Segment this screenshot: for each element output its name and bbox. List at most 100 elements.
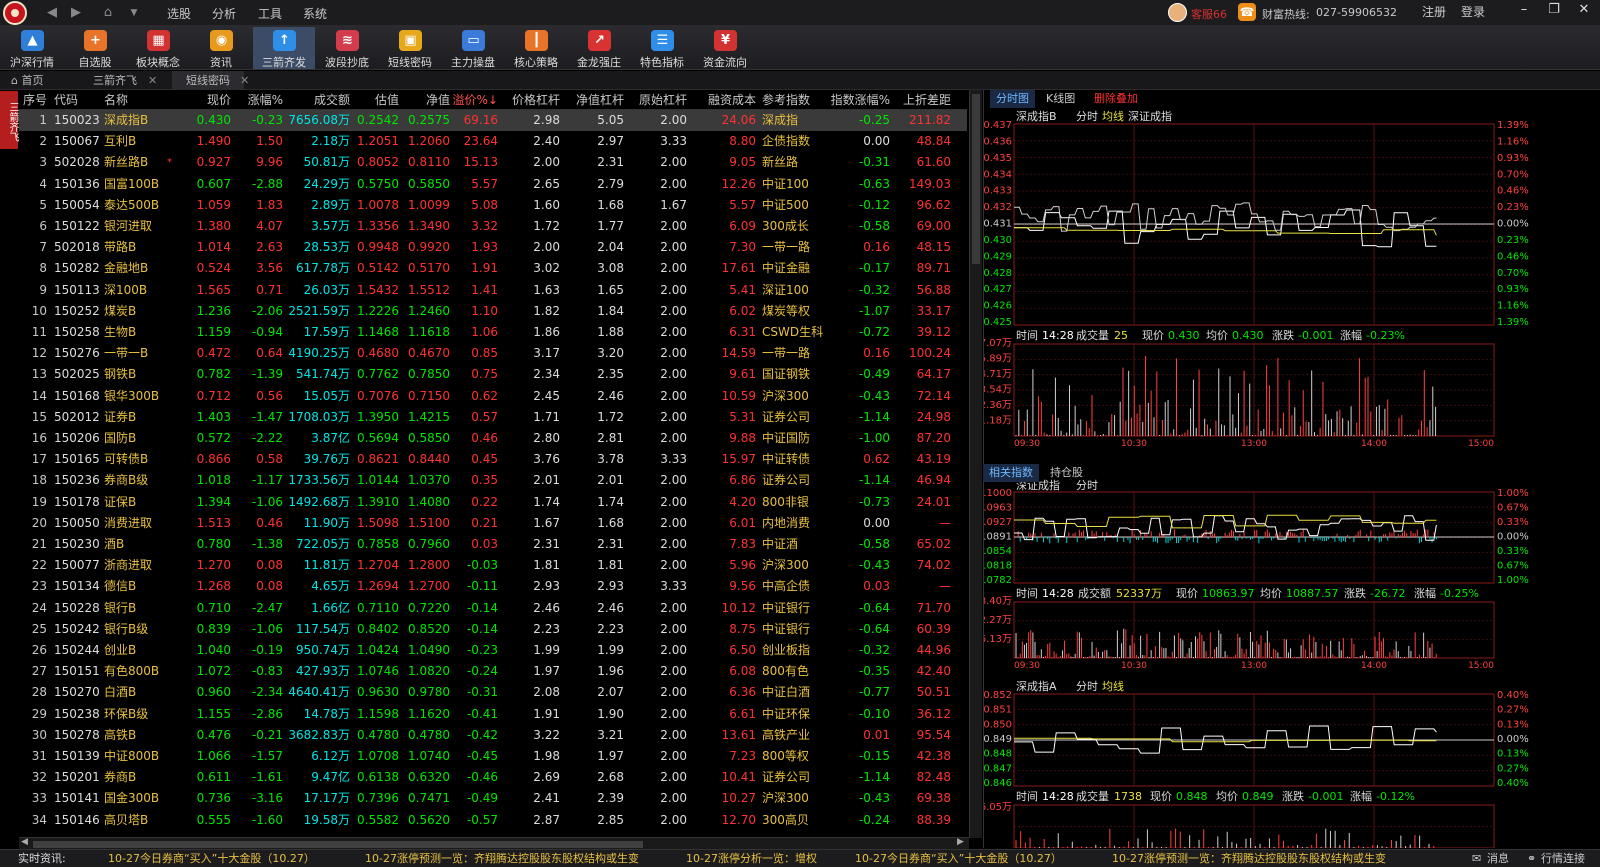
tab-duanxian[interactable]: 短线密码 bbox=[172, 71, 244, 90]
column-header[interactable]: 净值杠杆 bbox=[576, 90, 624, 110]
column-header[interactable]: 参考指数 bbox=[762, 90, 810, 110]
news-item[interactable]: 10-27今日券商“买入”十大金股（10.27） bbox=[855, 850, 1062, 867]
table-row[interactable]: 7 502018 带路B 1.014 2.63 28.53万 0.9948 0.9920 1.9… bbox=[19, 237, 967, 258]
chevron-down-icon[interactable]: ▼ bbox=[124, 3, 144, 23]
login-button[interactable]: 登录 bbox=[1461, 3, 1485, 20]
toolbar-item-5[interactable]: ≋ 波段抄底 bbox=[316, 27, 378, 69]
toolbar-item-0[interactable]: ▲ 沪深行情 bbox=[1, 27, 63, 69]
table-row[interactable]: 3 502028 新丝路B 0.927 9.96 50.81万 0.8052 0.8110 15… bbox=[19, 152, 967, 173]
table-row[interactable]: 14 150168 银华300B 0.712 0.56 15.05万 0.7076 0.715… bbox=[19, 386, 967, 407]
message-icon[interactable]: ✉ bbox=[1472, 850, 1481, 867]
table-row[interactable]: 24 150228 银行B 0.710 -2.47 1.66亿 0.7110 0.7220 -0… bbox=[19, 598, 967, 619]
menu-select-stock[interactable]: 选股 bbox=[167, 5, 191, 22]
news-item[interactable]: 10-27今日券商“买入”十大金股（10.27） bbox=[108, 850, 315, 867]
toolbar-item-9[interactable]: ↗ 金龙强庄 bbox=[568, 27, 630, 69]
column-header[interactable]: 原始杠杆 bbox=[639, 90, 687, 110]
table-row[interactable]: 17 150165 可转债B 0.866 0.58 39.76万 0.8621 0.8440 0… bbox=[19, 449, 967, 470]
column-header[interactable]: 序号 bbox=[23, 90, 47, 110]
toolbar-item-7[interactable]: ▭ 主力操盘 bbox=[442, 27, 504, 69]
table-row[interactable]: 12 150276 一带一B 0.472 0.64 4190.25万 0.4680 0.467… bbox=[19, 343, 967, 364]
close-icon[interactable]: ✕ bbox=[1574, 2, 1594, 17]
news-item[interactable]: 10-27涨停预测一览：齐翔腾达控股股东股权结构或生变 bbox=[365, 850, 639, 867]
toolbar-item-2[interactable]: ▦ 板块概念 bbox=[127, 27, 189, 69]
table-row[interactable]: 29 150238 环保B级 1.155 -2.86 14.78万 1.1598 1.1620… bbox=[19, 704, 967, 725]
column-header[interactable]: 融资成本 bbox=[708, 90, 756, 110]
table-row[interactable]: 34 150146 高贝塔B 0.555 -1.60 19.58万 0.5582 0.5620… bbox=[19, 810, 967, 831]
tab-holdings[interactable]: 持仓股 bbox=[1044, 464, 1089, 482]
news-item[interactable]: 10-27涨停分析一览：增权 bbox=[686, 850, 817, 867]
column-header[interactable]: 成交额 bbox=[314, 90, 350, 110]
scroll-thumb[interactable] bbox=[33, 841, 643, 848]
menu-tools[interactable]: 工具 bbox=[258, 5, 282, 22]
tab-sanjian[interactable]: 三箭齐飞 bbox=[93, 71, 137, 90]
column-header[interactable]: 溢价%↓ bbox=[453, 90, 498, 110]
table-row[interactable]: 1 150023 深成指B 0.430 -0.23 7656.08万 0.2542 0.257… bbox=[19, 110, 967, 131]
forward-arrow-icon[interactable]: ▶ bbox=[66, 3, 86, 23]
remove-overlay-button[interactable]: 删除叠加 bbox=[1088, 90, 1144, 108]
table-row[interactable]: 8 150282 金融地B 0.524 3.56 617.78万 0.5142 0.5170 1… bbox=[19, 258, 967, 279]
table-row[interactable]: 16 150206 国防B 0.572 -2.22 3.87亿 0.5694 0.5850 0.… bbox=[19, 428, 967, 449]
column-header[interactable]: 代码 bbox=[54, 90, 78, 110]
table-row[interactable]: 25 150242 银行B级 0.839 -1.06 117.54万 0.8402 0.852… bbox=[19, 619, 967, 640]
menu-system[interactable]: 系统 bbox=[303, 5, 327, 22]
toolbar-item-11[interactable]: ¥ 资金流向 bbox=[694, 27, 756, 69]
close-icon[interactable]: ✕ bbox=[240, 71, 249, 90]
user-name[interactable]: 客服66 bbox=[1191, 6, 1227, 22]
menu-analysis[interactable]: 分析 bbox=[212, 5, 236, 22]
column-header[interactable]: 名称 bbox=[104, 90, 128, 110]
avatar[interactable] bbox=[1168, 3, 1187, 22]
column-header[interactable]: 净值 bbox=[426, 90, 450, 110]
quote-connection-button[interactable]: 行情连接 bbox=[1541, 850, 1585, 867]
toolbar-item-4[interactable]: ↑ 三箭齐发 bbox=[253, 27, 315, 69]
tab-timeshare[interactable]: 分时图 bbox=[990, 90, 1035, 108]
register-button[interactable]: 注册 bbox=[1422, 3, 1446, 20]
tab-related-index[interactable]: 相关指数 bbox=[983, 464, 1039, 482]
toolbar-item-8[interactable]: ┃ 核心策略 bbox=[505, 27, 567, 69]
table-row[interactable]: 15 502012 证券B 1.403 -1.47 1708.03万 1.3950 1.421… bbox=[19, 407, 967, 428]
toolbar-item-3[interactable]: ◉ 资讯 bbox=[190, 27, 252, 69]
toolbar-item-6[interactable]: ▣ 短线密码 bbox=[379, 27, 441, 69]
restore-icon[interactable]: ❐ bbox=[1544, 2, 1564, 17]
table-row[interactable]: 20 150050 消费进取 1.513 0.46 11.90万 1.5098 1.5100 0… bbox=[19, 513, 967, 534]
column-header[interactable]: 上折差距 bbox=[903, 90, 951, 110]
tab-home[interactable]: ⌂ 首页 bbox=[11, 71, 43, 90]
scroll-left-icon[interactable]: ◀ bbox=[21, 837, 28, 847]
table-row[interactable]: 26 150244 创业B 1.040 -0.19 950.74万 1.0424 1.0490… bbox=[19, 640, 967, 661]
table-row[interactable]: 23 150134 德信B 1.268 0.08 4.65万 1.2694 1.2700 -0.… bbox=[19, 576, 967, 597]
scroll-thumb[interactable] bbox=[972, 94, 980, 264]
table-row[interactable]: 19 150178 证保B 1.394 -1.06 1492.68万 1.3910 1.408… bbox=[19, 492, 967, 513]
table-row[interactable]: 28 150270 白酒B 0.960 -2.34 4640.41万 0.9630 0.978… bbox=[19, 682, 967, 703]
back-arrow-icon[interactable]: ◀ bbox=[42, 3, 62, 23]
table-row[interactable]: 11 150258 生物B 1.159 -0.94 17.59万 1.1468 1.1618 1… bbox=[19, 322, 967, 343]
table-row[interactable]: 22 150077 浙商进取 1.270 0.08 11.81万 1.2704 1.2800 -… bbox=[19, 555, 967, 576]
table-row[interactable]: 10 150252 煤炭B 1.236 -2.06 2521.59万 1.2226 1.246… bbox=[19, 301, 967, 322]
table-row[interactable]: 30 150278 高铁B 0.476 -0.21 3682.83万 0.4780 0.478… bbox=[19, 725, 967, 746]
scroll-right-icon[interactable]: ▶ bbox=[957, 837, 964, 847]
table-row[interactable]: 2 150067 互利B 1.490 1.50 2.18万 1.2051 1.2060 23.6… bbox=[19, 131, 967, 152]
table-row[interactable]: 32 150201 券商B 0.611 -1.61 9.47亿 0.6138 0.6320 -0… bbox=[19, 767, 967, 788]
toolbar-item-1[interactable]: + 自选股 bbox=[64, 27, 126, 69]
table-row[interactable]: 13 502025 钢铁B 0.782 -1.39 541.74万 0.7762 0.7850… bbox=[19, 364, 967, 385]
column-header[interactable]: 涨幅% bbox=[248, 90, 283, 110]
news-item[interactable]: 10-27涨停预测一览：齐翔腾达控股股东股权结构或生变 bbox=[1112, 850, 1386, 867]
message-button[interactable]: 消息 bbox=[1487, 850, 1509, 867]
table-row[interactable]: 21 150230 酒B 0.780 -1.38 722.05万 0.7858 0.7960 0… bbox=[19, 534, 967, 555]
toolbar-item-10[interactable]: ☰ 特色指标 bbox=[631, 27, 693, 69]
side-tab-sanjian[interactable]: 三箭齐飞 bbox=[0, 91, 18, 149]
column-header[interactable]: 指数涨幅% bbox=[831, 90, 890, 110]
table-row[interactable]: 18 150236 券商B级 1.018 -1.17 1733.56万 1.0144 1.03… bbox=[19, 470, 967, 491]
vertical-scrollbar[interactable] bbox=[969, 90, 982, 838]
table-row[interactable]: 31 150139 中证800B 1.066 -1.57 6.12万 1.0708 1.074… bbox=[19, 746, 967, 767]
column-header[interactable]: 估值 bbox=[375, 90, 399, 110]
table-row[interactable]: 5 150054 泰达500B 1.059 1.83 2.89万 1.0078 1.0099 5… bbox=[19, 195, 967, 216]
minimize-icon[interactable]: – bbox=[1514, 2, 1534, 17]
tab-kline[interactable]: K线图 bbox=[1040, 90, 1081, 108]
column-header[interactable]: 现价 bbox=[207, 90, 231, 110]
table-row[interactable]: 4 150136 国富100B 0.607 -2.88 24.29万 0.5750 0.585… bbox=[19, 174, 967, 195]
table-row[interactable]: 9 150113 深100B 1.565 0.71 26.03万 1.5432 1.5512 1… bbox=[19, 280, 967, 301]
table-row[interactable]: 27 150151 有色800B 1.072 -0.83 427.93万 1.0746 1.0… bbox=[19, 661, 967, 682]
column-header[interactable]: 价格杠杆 bbox=[512, 90, 560, 110]
table-row[interactable]: 33 150141 国金300B 0.736 -3.16 17.17万 0.7396 0.74… bbox=[19, 788, 967, 809]
table-row[interactable]: 6 150122 银河进取 1.380 4.07 3.57万 1.3356 1.3490 3.3… bbox=[19, 216, 967, 237]
home-icon[interactable]: ⌂ bbox=[98, 3, 118, 23]
